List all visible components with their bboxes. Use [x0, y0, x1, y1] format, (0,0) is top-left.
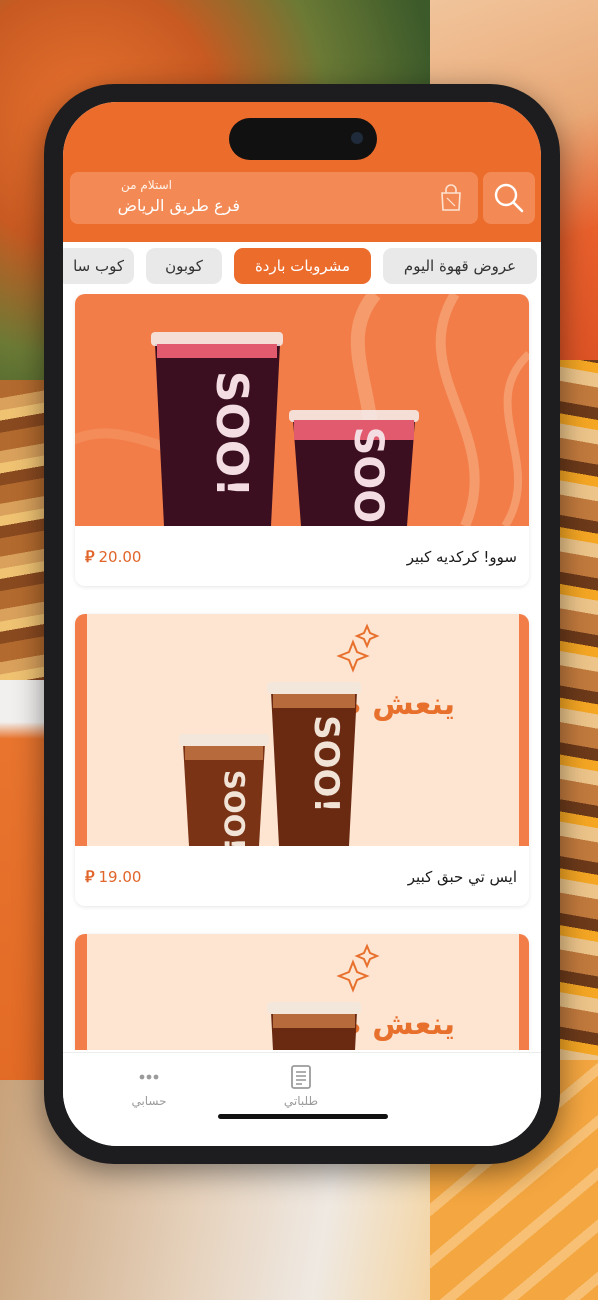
product-price: ⃁ 20.00: [85, 547, 141, 567]
bottom-navigation: طلباتي حسابي: [63, 1052, 541, 1146]
receipt-icon: [291, 1065, 311, 1089]
dynamic-island: [229, 118, 377, 160]
cup-brand-text: SOO!: [345, 426, 391, 526]
nav-orders-label: طلباتي: [283, 1094, 319, 1108]
price-value: 19.00: [98, 868, 142, 886]
tab-label: كوب سا: [73, 257, 124, 275]
tab-label: عروض قهوة اليوم: [403, 257, 517, 275]
nav-account-label: حسابي: [131, 1094, 167, 1108]
cup-brand-text: SOO!: [218, 770, 251, 846]
tab-label: كوبون: [165, 257, 203, 275]
tab-daily-coffee-offers[interactable]: عروض قهوة اليوم: [383, 248, 537, 284]
product-list[interactable]: SOO! SOO! سوو! كركديه كبير ⃁ 20.00: [63, 294, 541, 1050]
branch-name: فرع طريق الرياض: [117, 196, 240, 215]
product-name: ايس تي حبق كبير: [407, 868, 517, 886]
product-card-footer: ايس تي حبق كبير ⃁ 19.00: [75, 848, 529, 906]
cup-brand-text: SOO!: [306, 715, 346, 813]
pickup-branch-selector[interactable]: استلام من فرع طريق الرياض: [70, 172, 478, 224]
tab-label: مشروبات باردة: [254, 257, 351, 275]
product-card[interactable]: SOO! SOO! سوو! كركديه كبير ⃁ 20.00: [75, 294, 529, 586]
app-screen: استلام من فرع طريق الرياض عروض قهوة اليو…: [63, 102, 541, 1146]
category-tabs: عروض قهوة اليوم مشروبات باردة كوبون كوب …: [63, 248, 541, 286]
nav-orders[interactable]: طلباتي: [261, 1063, 341, 1108]
more-dots-icon: [139, 1074, 159, 1080]
tab-cup[interactable]: كوب سا: [63, 248, 134, 284]
search-icon: [494, 183, 524, 213]
pickup-label: استلام من: [121, 178, 172, 192]
home-indicator[interactable]: [218, 1114, 388, 1119]
product-image[interactable]: SOO! SOO!: [75, 294, 529, 526]
search-button[interactable]: [483, 172, 535, 224]
riyal-icon: ⃁: [85, 547, 95, 566]
riyal-icon: ⃁: [85, 867, 95, 886]
phone-frame: استلام من فرع طريق الرياض عروض قهوة اليو…: [44, 84, 560, 1164]
tab-coupon[interactable]: كوبون: [146, 248, 222, 284]
product-image[interactable]: ينعش صيفك SOO! SOO!: [75, 614, 529, 846]
product-card[interactable]: ينعش صيفك: [75, 934, 529, 1050]
product-image[interactable]: ينعش صيفك: [75, 934, 529, 1050]
nav-account[interactable]: حسابي: [109, 1063, 189, 1108]
product-card[interactable]: ينعش صيفك SOO! SOO! ايس تي حبق كبير ⃁ 19…: [75, 614, 529, 906]
product-price: ⃁ 19.00: [85, 867, 141, 887]
tab-cold-drinks[interactable]: مشروبات باردة: [234, 248, 371, 284]
cup-brand-text: SOO!: [206, 371, 257, 498]
product-name: سوو! كركديه كبير: [406, 548, 517, 566]
product-card-footer: سوو! كركديه كبير ⃁ 20.00: [75, 528, 529, 586]
price-value: 20.00: [98, 548, 142, 566]
shopping-bag-icon: [441, 184, 461, 211]
